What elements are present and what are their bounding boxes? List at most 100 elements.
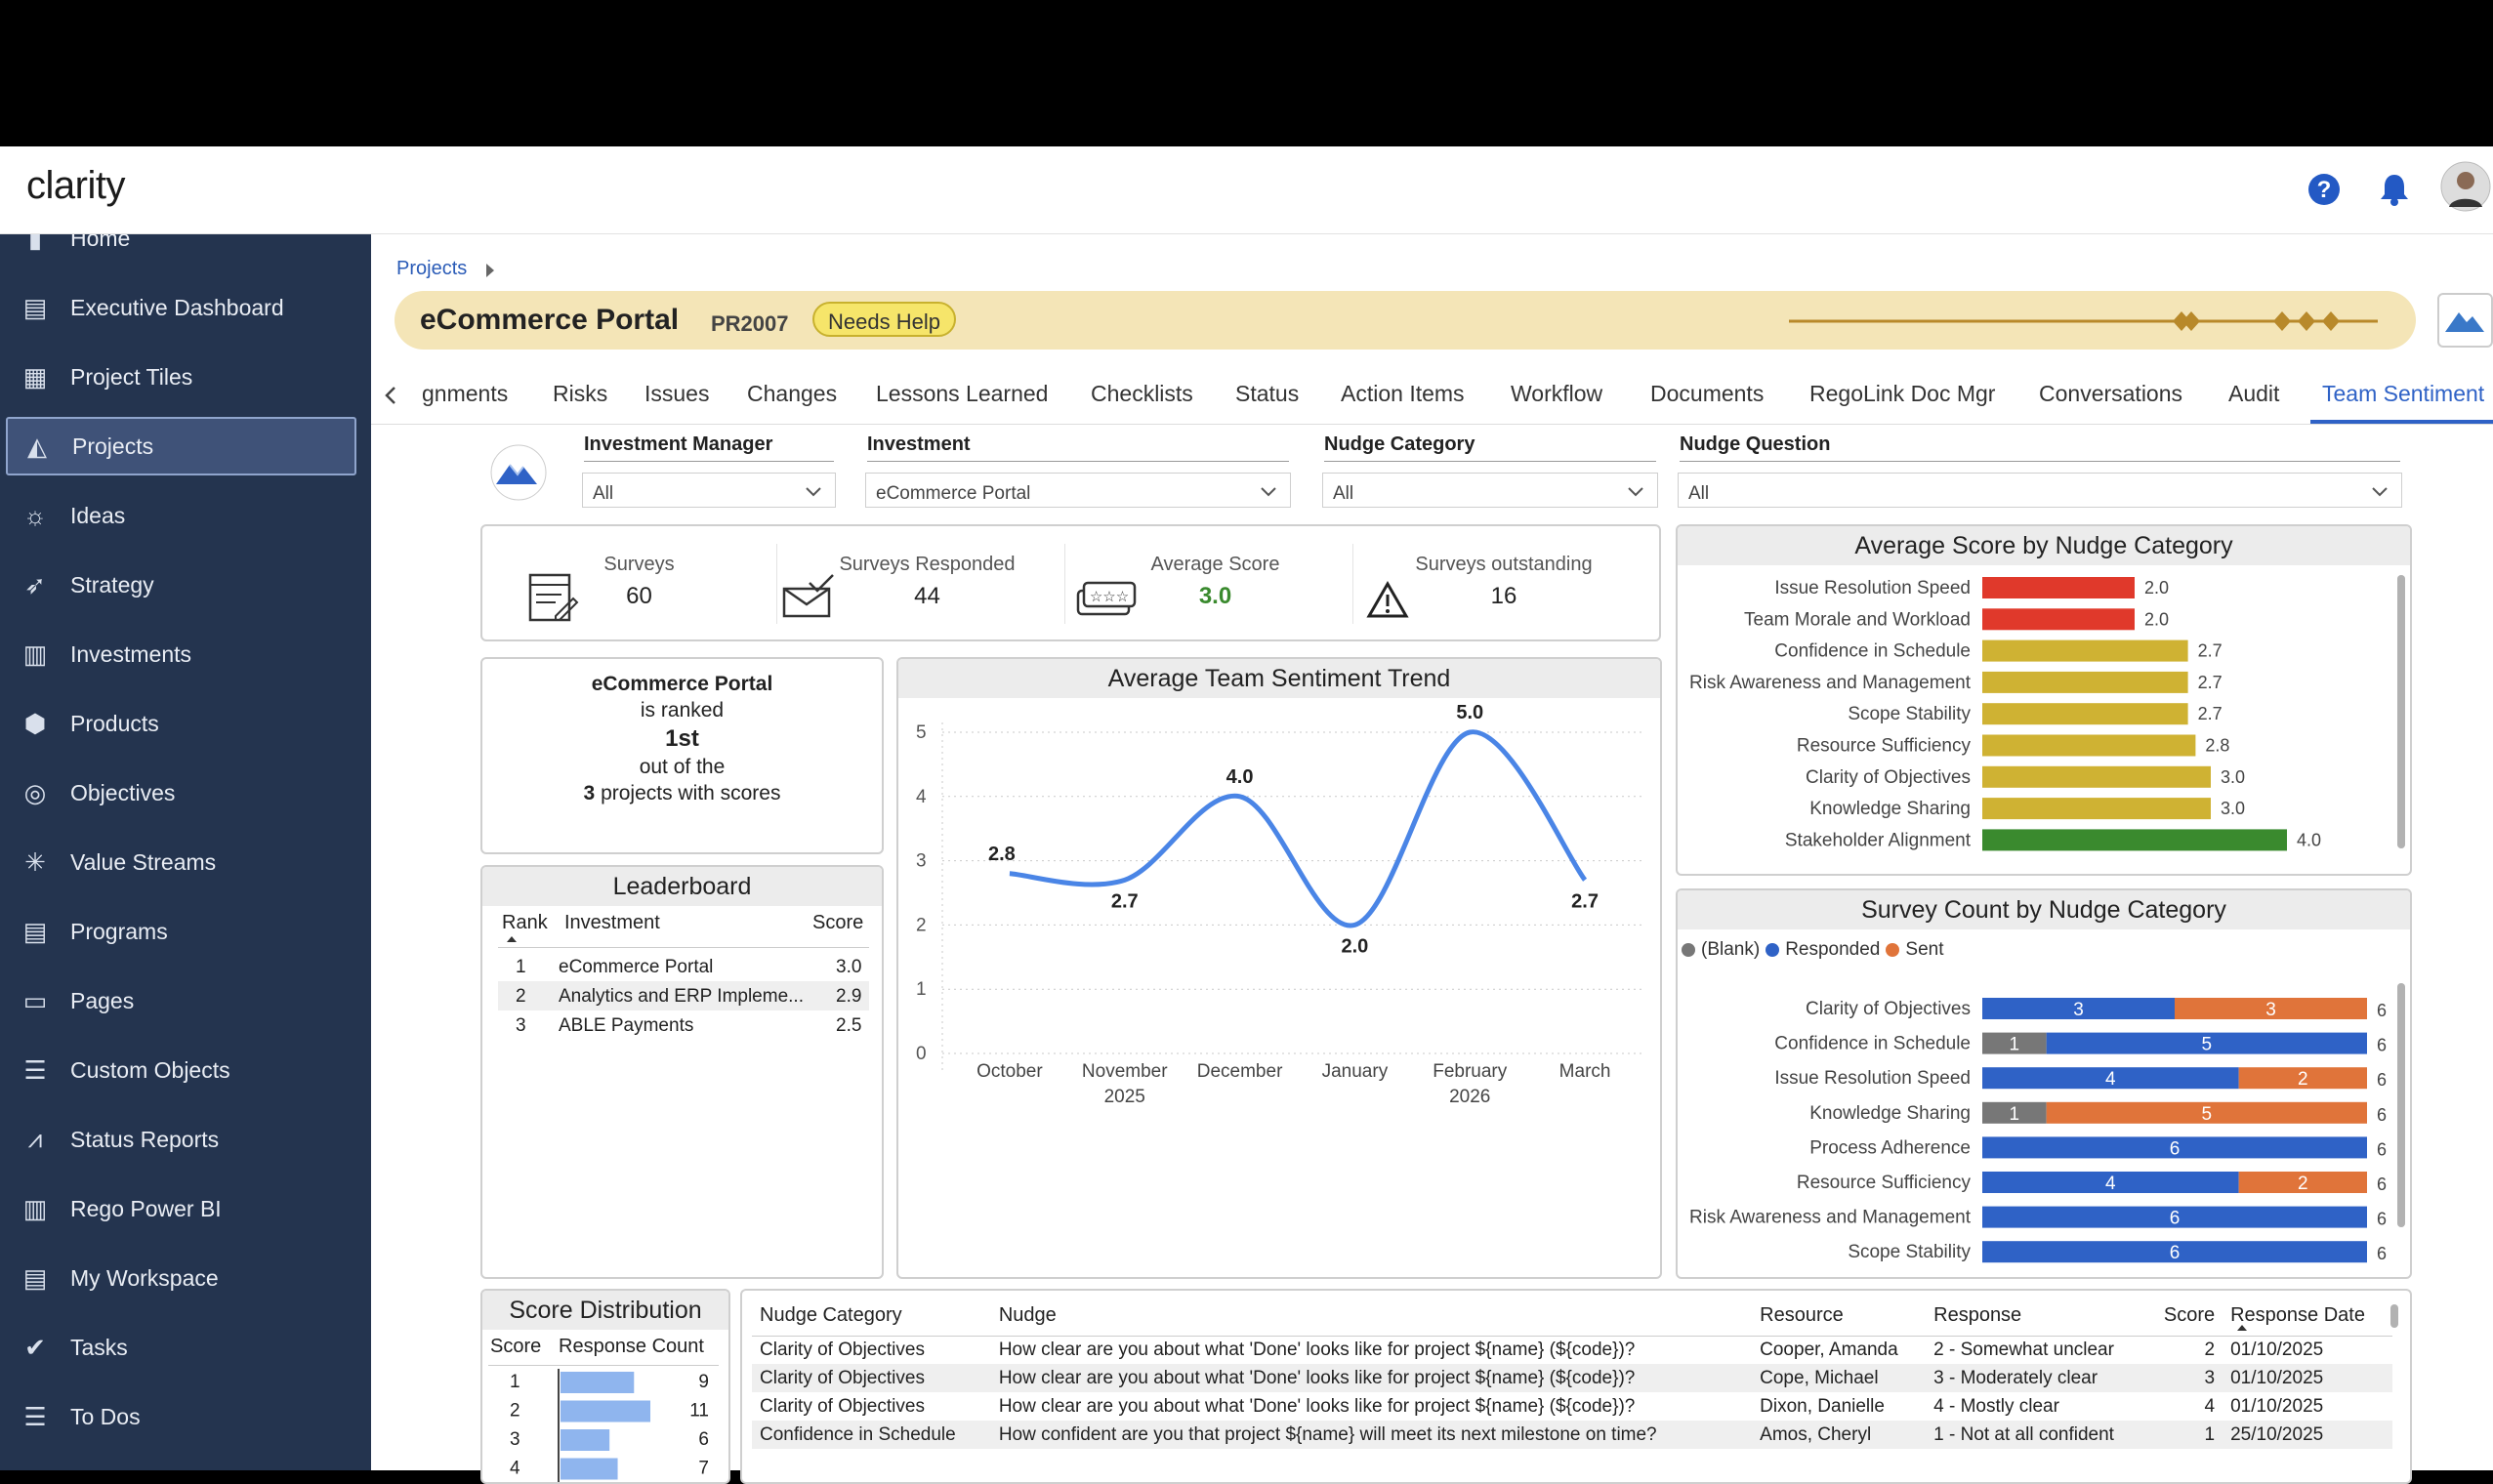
tab-checklists[interactable]: Checklists (1091, 381, 1193, 407)
cell-cat: Confidence in Schedule (752, 1421, 991, 1449)
app-logo[interactable]: clarity (26, 164, 125, 208)
category-label: Resource Sufficiency (1797, 1173, 1972, 1193)
tab-conversations[interactable]: Conversations (2039, 381, 2182, 407)
survey-count-scrollbar[interactable] (2397, 983, 2405, 1227)
sidebar-item-programs[interactable]: ▤ Programs (0, 902, 371, 961)
score-dist-bar[interactable] (561, 1458, 618, 1480)
bar[interactable] (1982, 734, 2196, 757)
sidebar-item-project-tiles[interactable]: ▦ Project Tiles (0, 348, 371, 406)
leaderboard-row[interactable]: 3 ABLE Payments 2.5 (498, 1010, 869, 1040)
bar[interactable] (1982, 798, 2211, 820)
tab-lessons-learned[interactable]: Lessons Learned (876, 381, 1048, 407)
trend-line[interactable] (1009, 729, 1588, 928)
sidebar-item-status-reports[interactable]: ⩘ Status Reports (0, 1110, 371, 1169)
powerbi-launch-button[interactable] (2437, 293, 2493, 348)
sidebar-item-rego-power-bi[interactable]: ▥ Rego Power BI (0, 1179, 371, 1238)
sidebar-item-objectives[interactable]: ◎ Objectives (0, 763, 371, 822)
data-label: 5.0 (1456, 702, 1483, 723)
bar[interactable] (1982, 608, 2135, 631)
sidebar-item-hierarchies[interactable]: ⋮Hierarchies (0, 1457, 371, 1470)
score-dist-header-count[interactable]: Response Count (559, 1336, 704, 1358)
breadcrumb-projects[interactable]: Projects (396, 258, 467, 280)
avg-score-chart: Issue Resolution Speed 2.0 Team Morale and… (1689, 577, 2321, 851)
tab-status[interactable]: Status (1235, 381, 1299, 407)
sidebar-item-products[interactable]: ⬢ Products (0, 694, 371, 753)
col-score[interactable]: Score (2147, 1297, 2223, 1336)
sidebar-item-label: Ideas (70, 502, 126, 528)
col-nudge-category[interactable]: Nudge Category (752, 1297, 991, 1336)
table-row[interactable]: Clarity of Objectives How clear are you a… (752, 1364, 2392, 1392)
tab-changes[interactable]: Changes (747, 381, 837, 407)
sidebar-item-label: Objectives (70, 779, 176, 805)
score-dist-header-score[interactable]: Score (490, 1336, 541, 1358)
col-nudge[interactable]: Nudge (991, 1297, 1752, 1336)
bar[interactable] (1982, 577, 2135, 598)
responses-scrollbar[interactable] (2390, 1304, 2398, 1328)
avg-score-scrollbar[interactable] (2397, 575, 2405, 848)
bar[interactable] (1982, 703, 2188, 725)
sidebar-item-to-dos[interactable]: ☰ To Dos (0, 1387, 371, 1446)
score-distribution-bars: 1 9 2 11 3 6 4 7 (510, 1369, 709, 1482)
score-dist-bar[interactable] (561, 1429, 610, 1451)
sidebar-item-tasks[interactable]: ✔ Tasks (0, 1318, 371, 1377)
tab-gnments[interactable]: gnments (422, 381, 508, 407)
tab-workflow[interactable]: Workflow (1511, 381, 1602, 407)
table-row[interactable]: Clarity of Objectives How clear are you a… (752, 1336, 2392, 1364)
bar[interactable] (1982, 765, 2211, 788)
tab-issues[interactable]: Issues (644, 381, 709, 407)
category-label: Clarity of Objectives (1806, 999, 1971, 1019)
tab-team-sentiment[interactable]: Team Sentiment (2322, 381, 2484, 407)
sidebar-item-label: Pages (70, 987, 135, 1013)
bar[interactable] (1982, 639, 2188, 662)
sidebar-item-executive-dashboard[interactable]: ▤ Executive Dashboard (0, 278, 371, 337)
nudge-category-dropdown[interactable]: All (1322, 473, 1658, 508)
chevron-down-icon (1628, 487, 1643, 497)
score-dist-bar[interactable] (561, 1372, 635, 1393)
legend-blank-label: (Blank) (1701, 939, 1761, 960)
help-icon[interactable]: ? (2306, 172, 2342, 207)
investment-dropdown[interactable]: eCommerce Portal (865, 473, 1291, 508)
bar[interactable] (1982, 829, 2287, 851)
kpi-surveys-responded: Surveys Responded 44 (782, 544, 1065, 624)
leaderboard-title: Leaderboard (482, 867, 882, 906)
nudge-question-dropdown[interactable]: All (1678, 473, 2402, 508)
col-resource[interactable]: Resource (1752, 1297, 1926, 1336)
sidebar-item-investments[interactable]: ▥ Investments (0, 625, 371, 683)
tabs-scroll-left-icon[interactable] (383, 385, 398, 406)
table-row[interactable]: Clarity of Objectives How clear are you a… (752, 1392, 2392, 1421)
kpi-surveys: Surveys 60 (502, 544, 777, 624)
score-dist-bar[interactable] (561, 1400, 650, 1422)
bar-total-label: 6 (2377, 1210, 2387, 1229)
sidebar-item-strategy[interactable]: ➶ Strategy (0, 556, 371, 614)
leaderboard-header-rank[interactable]: Rank (502, 912, 548, 934)
tab-regolink-doc-mgr[interactable]: RegoLink Doc Mgr (1809, 381, 1995, 407)
tab-action-items[interactable]: Action Items (1341, 381, 1465, 407)
sidebar-item-custom-objects[interactable]: ☰ Custom Objects (0, 1041, 371, 1099)
notification-bell-icon[interactable] (2378, 172, 2411, 207)
bar[interactable] (1982, 671, 2188, 693)
col-response[interactable]: Response (1926, 1297, 2147, 1336)
sidebar-item-pages[interactable]: ▭ Pages (0, 971, 371, 1030)
score-distribution-panel: Score Distribution Score Response Count … (480, 1289, 730, 1484)
window-top-band (0, 0, 2493, 146)
tab-risks[interactable]: Risks (553, 381, 607, 407)
leaderboard-row[interactable]: 1 eCommerce Portal 3.0 (498, 952, 869, 981)
leaderboard-cell-score: 2.9 (836, 986, 862, 1007)
tab-documents[interactable]: Documents (1650, 381, 1764, 407)
sidebar-item-home[interactable]: ▮ Home (0, 234, 371, 268)
data-label: 2.7 (1571, 890, 1599, 912)
investment-manager-dropdown[interactable]: All (582, 473, 836, 508)
leaderboard-header-investment[interactable]: Investment (564, 912, 660, 934)
sidebar-item-ideas[interactable]: ☼ Ideas (0, 486, 371, 545)
user-avatar[interactable] (2439, 160, 2492, 213)
col-response-date[interactable]: Response Date (2223, 1297, 2392, 1336)
tab-audit[interactable]: Audit (2228, 381, 2279, 407)
leaderboard-header-score[interactable]: Score (812, 912, 863, 934)
sidebar-item-my-workspace[interactable]: ▤ My Workspace (0, 1249, 371, 1307)
sidebar-item-projects[interactable]: ◭ Projects (6, 417, 356, 475)
segment-value-label: 6 (2170, 1138, 2181, 1159)
sidebar-item-value-streams[interactable]: ✳ Value Streams (0, 833, 371, 891)
table-row[interactable]: Confidence in Schedule How confident are … (752, 1421, 2392, 1449)
nudge-question-label: Nudge Question (1680, 433, 2400, 462)
leaderboard-row[interactable]: 2 Analytics and ERP Impleme... 2.9 (498, 981, 869, 1010)
